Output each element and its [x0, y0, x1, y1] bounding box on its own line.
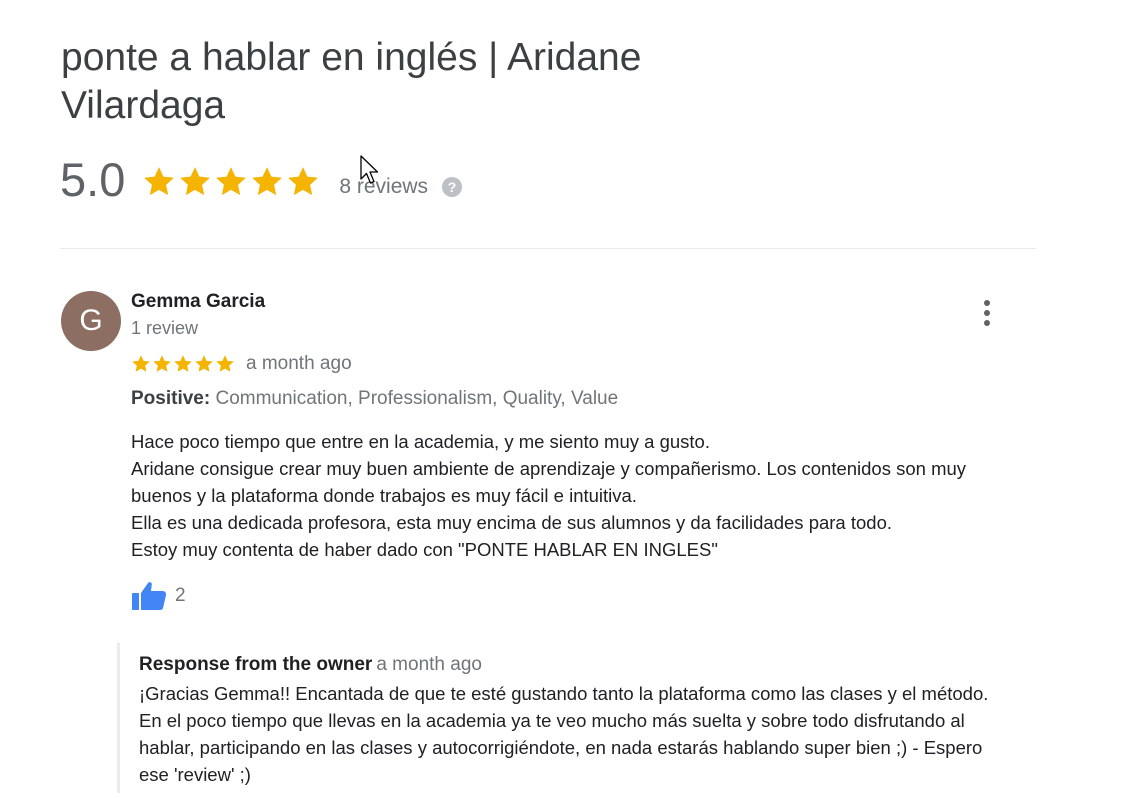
positive-values: Communication, Professionalism, Quality,… [215, 388, 619, 409]
review-count-link[interactable]: 8 reviews [339, 175, 428, 199]
more-options-icon[interactable] [974, 297, 1000, 329]
owner-response-line: En el poco tiempo que llevas en la acade… [139, 710, 965, 731]
review-rating-row: a month ago [131, 352, 352, 376]
owner-response-line: hablar, participando en las clases y aut… [139, 737, 983, 758]
owner-response-text: ¡Gracias Gemma!! Encantada de que te est… [139, 680, 1049, 788]
star-icon [216, 355, 234, 372]
star-icon [288, 167, 319, 196]
star-icon [180, 167, 211, 196]
owner-response-header: Response from the owner a month ago [139, 654, 482, 676]
star-icon [132, 355, 150, 372]
business-title: ponte a hablar en inglés | Aridane Vilar… [61, 36, 642, 127]
review-date: a month ago [246, 353, 352, 374]
like-count: 2 [175, 585, 186, 606]
owner-response-line: ese 'review' ;) [139, 764, 251, 785]
star-icon [252, 167, 283, 196]
star-icon [153, 355, 171, 372]
owner-response: Response from the owner a month ago ¡Grac… [117, 643, 1050, 793]
positive-label: Positive: [131, 388, 211, 409]
thumbs-up-icon[interactable] [131, 580, 167, 612]
review-text: Hace poco tiempo que entre en la academi… [131, 428, 1031, 563]
reviewer-review-count[interactable]: 1 review [131, 318, 198, 339]
review-text-line: Estoy muy contenta de haber dado con "PO… [131, 539, 718, 560]
owner-response-line: ¡Gracias Gemma!! Encantada de que te est… [139, 683, 989, 704]
help-icon[interactable]: ? [442, 177, 463, 197]
reviewer-name[interactable]: Gemma Garcia [131, 291, 265, 313]
owner-response-date: a month ago [376, 654, 482, 675]
star-icon [174, 355, 192, 372]
average-stars [142, 165, 322, 199]
review-text-line: buenos y la plataforma donde trabajos es… [131, 485, 637, 506]
mouse-cursor-icon [360, 155, 379, 184]
review-text-line: Ella es una dedicada profesora, esta muy… [131, 512, 893, 533]
divider [60, 248, 1036, 249]
star-icon [216, 167, 247, 196]
average-score: 5.0 [60, 153, 126, 206]
review-text-line: Hace poco tiempo que entre en la academi… [131, 431, 710, 452]
review-stars [131, 354, 236, 374]
star-icon [195, 355, 213, 372]
review-text-line: Aridane consigue crear muy buen ambiente… [131, 458, 967, 479]
star-icon [144, 167, 175, 196]
rating-summary: 5.0 8 reviews ? [60, 152, 463, 208]
positive-attributes: Positive: Communication, Professionalism… [131, 388, 618, 410]
like-row: 2 [131, 580, 186, 612]
owner-response-label: Response from the owner [139, 654, 373, 675]
avatar[interactable]: G [61, 291, 121, 351]
